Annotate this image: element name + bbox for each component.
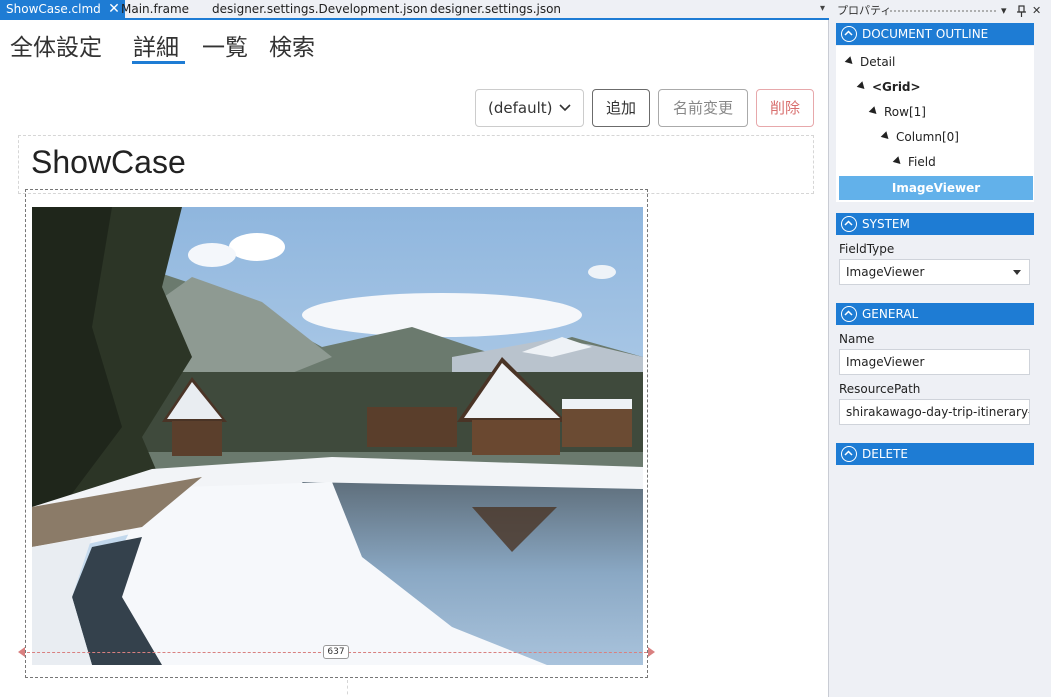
measure-arrow-right-icon bbox=[648, 647, 655, 657]
rename-button[interactable]: 名前変更 bbox=[658, 89, 748, 127]
tree-item-imageviewer[interactable]: ImageViewer bbox=[839, 176, 1033, 200]
expand-triangle-icon bbox=[892, 156, 904, 167]
nav-item-search[interactable]: 検索 bbox=[269, 28, 315, 62]
tab-strip: ShowCase.clmd ✕ Main.frame designer.sett… bbox=[0, 0, 829, 20]
dropdown-arrow-icon bbox=[1013, 270, 1021, 275]
tab-settings-development[interactable]: designer.settings.Development.json bbox=[206, 0, 434, 18]
expand-triangle-icon bbox=[844, 56, 856, 67]
panel-menu-icon[interactable]: ▾ bbox=[1001, 0, 1007, 22]
tree-item-grid[interactable]: <Grid> bbox=[856, 80, 921, 94]
tab-label: Main.frame bbox=[121, 2, 190, 16]
image-viewer-photo bbox=[32, 207, 643, 665]
tree-item-row[interactable]: Row[1] bbox=[868, 105, 926, 119]
name-label: Name bbox=[839, 332, 875, 346]
chevron-down-icon bbox=[559, 90, 571, 140]
fieldtype-select[interactable]: ImageViewer bbox=[839, 259, 1030, 285]
tab-label: ShowCase.clmd bbox=[6, 2, 101, 16]
dropdown-value: (default) bbox=[488, 99, 553, 117]
section-label: DELETE bbox=[862, 447, 909, 461]
active-nav-indicator bbox=[132, 61, 185, 64]
title-field-box[interactable]: ShowCase bbox=[18, 135, 814, 194]
tab-showcase[interactable]: ShowCase.clmd ✕ bbox=[0, 0, 125, 18]
nav-item-overall[interactable]: 全体設定 bbox=[10, 28, 102, 62]
section-label: SYSTEM bbox=[862, 217, 910, 231]
collapse-icon bbox=[841, 216, 857, 232]
tree-item-detail[interactable]: Detail bbox=[844, 55, 895, 69]
width-measure-label: 637 bbox=[323, 645, 349, 659]
section-label: GENERAL bbox=[862, 307, 919, 321]
panel-header: プロパティ ▾ ✕ bbox=[833, 0, 1051, 22]
next-field-box[interactable] bbox=[18, 680, 348, 697]
resourcepath-label: ResourcePath bbox=[839, 382, 921, 396]
tab-overflow-icon[interactable]: ▾ bbox=[820, 0, 825, 18]
tree-item-column[interactable]: Column[0] bbox=[880, 130, 959, 144]
close-icon[interactable]: ✕ bbox=[1032, 0, 1041, 22]
designer-window: ShowCase.clmd ✕ Main.frame designer.sett… bbox=[0, 0, 1051, 697]
section-label: DOCUMENT OUTLINE bbox=[862, 27, 989, 41]
delete-button[interactable]: 削除 bbox=[756, 89, 814, 127]
fieldtype-label: FieldType bbox=[839, 242, 895, 256]
document-area: ShowCase.clmd ✕ Main.frame designer.sett… bbox=[0, 0, 829, 697]
section-general[interactable]: GENERAL bbox=[836, 303, 1034, 325]
tab-label: designer.settings.json bbox=[430, 2, 562, 16]
collapse-icon bbox=[841, 446, 857, 462]
section-delete[interactable]: DELETE bbox=[836, 443, 1034, 465]
nav-item-list[interactable]: 一覧 bbox=[202, 28, 248, 62]
collapse-icon bbox=[841, 26, 857, 42]
tab-main-frame[interactable]: Main.frame bbox=[115, 0, 195, 18]
page-title: ShowCase bbox=[31, 144, 186, 180]
name-input[interactable]: ImageViewer bbox=[839, 349, 1030, 375]
image-viewer-field[interactable] bbox=[25, 189, 648, 678]
layout-dropdown[interactable]: (default) bbox=[475, 89, 584, 127]
panel-title: プロパティ bbox=[837, 4, 892, 17]
measure-arrow-left-icon bbox=[18, 647, 25, 657]
resourcepath-input[interactable]: shirakawago-day-trip-itinerary-feature bbox=[839, 399, 1030, 425]
tab-settings[interactable]: designer.settings.json bbox=[424, 0, 567, 18]
add-button[interactable]: 追加 bbox=[592, 89, 650, 127]
expand-triangle-icon bbox=[856, 81, 868, 92]
property-panel: プロパティ ▾ ✕ DOCUMENT OUTLINE Detail <Grid>… bbox=[833, 0, 1051, 697]
section-system[interactable]: SYSTEM bbox=[836, 213, 1034, 235]
section-document-outline[interactable]: DOCUMENT OUTLINE bbox=[836, 23, 1034, 45]
fieldtype-value: ImageViewer bbox=[846, 265, 925, 279]
document-outline-tree: Detail <Grid> Row[1] Column[0] Field Ima… bbox=[836, 46, 1034, 202]
expand-triangle-icon bbox=[868, 106, 880, 117]
tree-item-field[interactable]: Field bbox=[892, 155, 936, 169]
nav-item-detail[interactable]: 詳細 bbox=[133, 28, 179, 62]
collapse-icon bbox=[841, 306, 857, 322]
tab-label: designer.settings.Development.json bbox=[212, 2, 428, 16]
expand-triangle-icon bbox=[880, 131, 892, 142]
panel-grip[interactable] bbox=[889, 9, 997, 13]
